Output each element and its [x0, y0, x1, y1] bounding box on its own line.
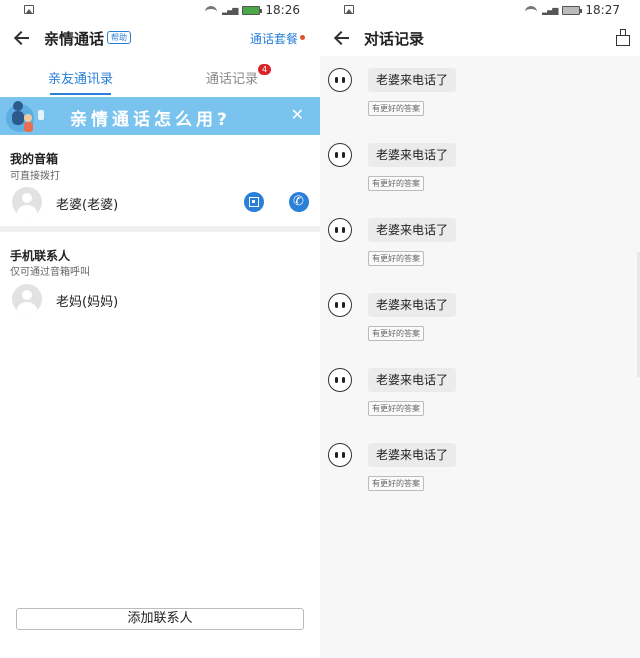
add-contact-button[interactable]: 添加联系人 [16, 608, 304, 630]
better-answer-button[interactable]: 有更好的答案 [368, 251, 424, 266]
header: 亲情通话 帮助 通话套餐 [0, 20, 320, 56]
phone-icon[interactable]: ✆ [289, 192, 309, 212]
message-bubble: 老婆来电话了 [368, 368, 457, 392]
back-arrow-icon[interactable] [14, 29, 32, 47]
list-item: 老婆来电话了 有更好的答案 [320, 218, 640, 278]
message-bubble: 老婆来电话了 [368, 293, 457, 317]
status-bar: ▂▄▆ 18:26 [0, 0, 320, 20]
contacts-screen: ▂▄▆ 18:26 亲情通话 帮助 通话套餐 亲友通讯录 通话记录 4 亲情通话… [0, 0, 320, 658]
clock: 18:27 [585, 3, 620, 17]
message-bubble: 老婆来电话了 [368, 143, 457, 167]
better-answer-button[interactable]: 有更好的答案 [368, 101, 424, 116]
contact-name: 老婆(老婆) [56, 198, 119, 213]
my-speaker-title: 我的音箱 [10, 152, 59, 166]
list-item: 老婆来电话了 有更好的答案 [320, 443, 640, 503]
clear-history-icon[interactable] [616, 29, 630, 46]
page-title: 对话记录 [364, 30, 425, 48]
my-speaker-subtitle: 可直接拨打 [10, 171, 60, 182]
list-item: 老婆来电话了 有更好的答案 [320, 368, 640, 428]
assistant-avatar-icon [328, 218, 352, 242]
system-indicators: ▂▄▆ 18:26 [204, 3, 300, 17]
phone-contacts-subtitle: 仅可通过音箱呼叫 [10, 267, 90, 278]
message-bubble: 老婆来电话了 [368, 443, 457, 467]
tab-bar: 亲友通讯录 通话记录 4 [0, 56, 320, 96]
assistant-avatar-icon [328, 293, 352, 317]
assistant-avatar-icon [328, 143, 352, 167]
wifi-icon [524, 5, 537, 15]
section-divider [0, 226, 320, 232]
tab-contacts[interactable]: 亲友通讯录 [48, 68, 113, 95]
assistant-avatar-icon [328, 368, 352, 392]
back-arrow-icon[interactable] [334, 29, 352, 47]
help-badge[interactable]: 帮助 [107, 31, 131, 44]
better-answer-button[interactable]: 有更好的答案 [368, 176, 424, 191]
assistant-avatar-icon [328, 443, 352, 467]
better-answer-button[interactable]: 有更好的答案 [368, 476, 424, 491]
image-notification-icon [24, 5, 34, 14]
qr-code-icon[interactable] [244, 192, 264, 212]
list-item: 老婆来电话了 有更好的答案 [320, 143, 640, 203]
contact-name: 老妈(妈妈) [56, 295, 119, 310]
header: 对话记录 [320, 20, 640, 56]
image-notification-icon [344, 5, 354, 14]
avatar [12, 284, 42, 314]
message-bubble: 老婆来电话了 [368, 218, 457, 242]
better-answer-button[interactable]: 有更好的答案 [368, 401, 424, 416]
battery-icon [562, 5, 583, 15]
list-item: 老婆来电话了 有更好的答案 [320, 293, 640, 353]
notification-dot [300, 35, 305, 40]
how-to-banner[interactable]: 亲情通话怎么用? ✕ [0, 97, 320, 135]
battery-icon [242, 5, 263, 15]
status-bar: ▂▄▆ 18:27 [320, 0, 640, 20]
phone-contacts-title: 手机联系人 [10, 249, 71, 263]
system-indicators: ▂▄▆ 18:27 [524, 3, 620, 17]
wifi-icon [204, 5, 217, 15]
close-icon[interactable]: ✕ [291, 106, 304, 124]
signal-icon: ▂▄▆ [541, 5, 559, 15]
page-title: 亲情通话 [44, 30, 105, 48]
assistant-avatar-icon [328, 68, 352, 92]
banner-text: 亲情通话怎么用? [70, 110, 231, 130]
message-bubble: 老婆来电话了 [368, 68, 457, 92]
signal-icon: ▂▄▆ [221, 5, 239, 15]
family-illustration-icon [6, 101, 44, 132]
call-plan-link[interactable]: 通话套餐 [250, 30, 298, 47]
tab-call-records[interactable]: 通话记录 [206, 68, 258, 87]
dialog-history-screen: ▂▄▆ 18:27 对话记录 老婆来电话了 有更好的答案 老婆来电话了 有更好的… [320, 0, 640, 658]
clock: 18:26 [265, 3, 300, 17]
call-records-count-badge: 4 [258, 64, 272, 75]
list-item: 老婆来电话了 有更好的答案 [320, 68, 640, 128]
better-answer-button[interactable]: 有更好的答案 [368, 326, 424, 341]
avatar [12, 187, 42, 217]
